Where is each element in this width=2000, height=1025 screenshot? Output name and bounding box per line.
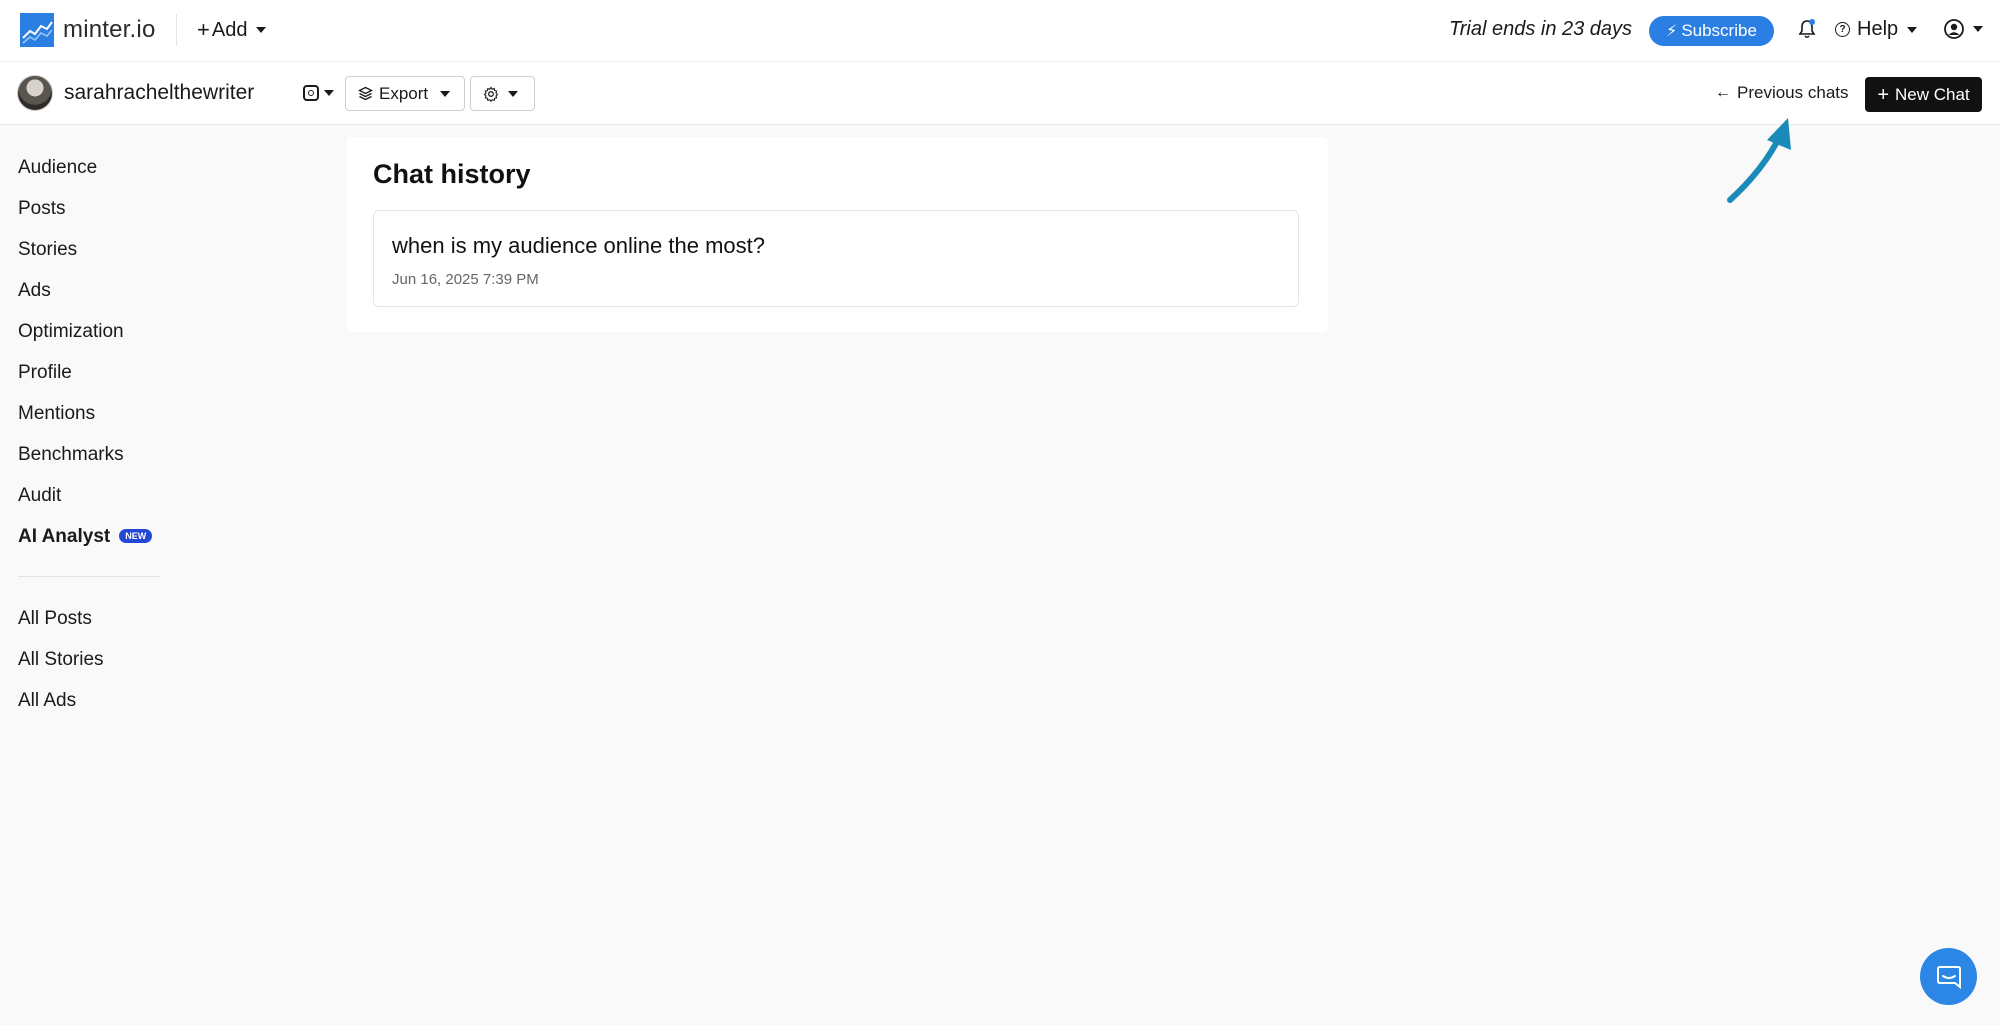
- previous-chats-label: Previous chats: [1737, 83, 1849, 102]
- subscribe-label: Subscribe: [1681, 21, 1757, 40]
- new-chat-button[interactable]: + New Chat: [1865, 77, 1982, 112]
- sidebar-item-posts[interactable]: Posts: [18, 191, 168, 232]
- sidebar-item-optimization[interactable]: Optimization: [18, 314, 168, 355]
- top-bar: minter.io + Add Trial ends in 23 days ⚡︎…: [0, 0, 2000, 62]
- profile-username[interactable]: sarahrachelthewriter: [64, 81, 254, 105]
- gear-icon: [483, 86, 499, 102]
- export-button[interactable]: Export: [345, 76, 465, 111]
- export-label: Export: [379, 83, 429, 103]
- annotation-arrow-icon: [1727, 118, 1791, 203]
- caret-down-icon: [324, 90, 334, 96]
- add-label: Add: [211, 18, 248, 41]
- page-title: Chat history: [373, 159, 531, 189]
- caret-down-icon: [1973, 26, 1983, 32]
- sidebar-item-benchmarks[interactable]: Benchmarks: [18, 437, 168, 478]
- new-badge: NEW: [119, 529, 153, 543]
- chat-timestamp: Jun 16, 2025 7:39 PM: [392, 271, 539, 288]
- chart-logo-icon: [20, 13, 54, 47]
- settings-button[interactable]: [470, 76, 535, 111]
- brand-logo[interactable]: minter.io: [20, 13, 156, 47]
- sidebar-item-all-posts[interactable]: All Posts: [18, 601, 168, 642]
- user-circle-icon: [1944, 19, 1964, 39]
- plus-icon: +: [197, 17, 210, 42]
- chat-bubble-icon: [1936, 965, 1961, 989]
- caret-down-icon: [1907, 26, 1918, 33]
- bell-icon[interactable]: [1797, 18, 1817, 40]
- instagram-icon: [303, 85, 319, 101]
- divider: [176, 14, 177, 46]
- help-label: Help: [1857, 18, 1899, 40]
- sidebar-item-ads[interactable]: Ads: [18, 273, 168, 314]
- sidebar-item-stories[interactable]: Stories: [18, 232, 168, 273]
- sidebar-nav: Audience Posts Stories Ads Optimization …: [18, 150, 168, 724]
- network-selector[interactable]: [303, 85, 334, 101]
- sidebar-item-audience[interactable]: Audience: [18, 150, 168, 191]
- chat-question: when is my audience online the most?: [392, 233, 765, 258]
- caret-down-icon: [508, 90, 518, 97]
- question-icon: ?: [1835, 22, 1850, 37]
- profile-toolbar: sarahrachelthewriter Export ← Previous c…: [0, 62, 2000, 125]
- caret-down-icon: [440, 90, 451, 97]
- sidebar-item-all-ads[interactable]: All Ads: [18, 683, 168, 724]
- sidebar-divider: [18, 576, 160, 577]
- sidebar-item-audit[interactable]: Audit: [18, 478, 168, 519]
- sidebar-item-all-stories[interactable]: All Stories: [18, 642, 168, 683]
- help-menu[interactable]: ? Help: [1835, 18, 1918, 41]
- previous-chats-link[interactable]: ← Previous chats: [1715, 83, 1849, 103]
- subscribe-button[interactable]: ⚡︎ Subscribe: [1649, 16, 1774, 46]
- avatar[interactable]: [17, 75, 53, 111]
- sidebar-item-mentions[interactable]: Mentions: [18, 396, 168, 437]
- sidebar-item-profile[interactable]: Profile: [18, 355, 168, 396]
- chat-history-item[interactable]: when is my audience online the most? Jun…: [373, 210, 1299, 307]
- plus-icon: +: [1877, 83, 1890, 106]
- layers-icon: [358, 86, 373, 101]
- caret-down-icon: [256, 27, 267, 33]
- bolt-icon: ⚡︎: [1666, 23, 1678, 40]
- sidebar-item-ai-analyst[interactable]: AI Analyst NEW: [18, 519, 168, 560]
- trial-notice: Trial ends in 23 days: [1449, 18, 1633, 40]
- new-chat-label: New Chat: [1895, 84, 1970, 104]
- user-menu[interactable]: [1944, 19, 1983, 39]
- chat-history-panel: Chat history when is my audience online …: [346, 137, 1328, 332]
- sidebar-item-label: AI Analyst: [18, 526, 111, 547]
- arrow-left-icon: ←: [1715, 84, 1731, 101]
- add-button[interactable]: + Add: [197, 16, 267, 44]
- brand-name: minter.io: [63, 16, 156, 43]
- support-chat-button[interactable]: [1920, 948, 1977, 1005]
